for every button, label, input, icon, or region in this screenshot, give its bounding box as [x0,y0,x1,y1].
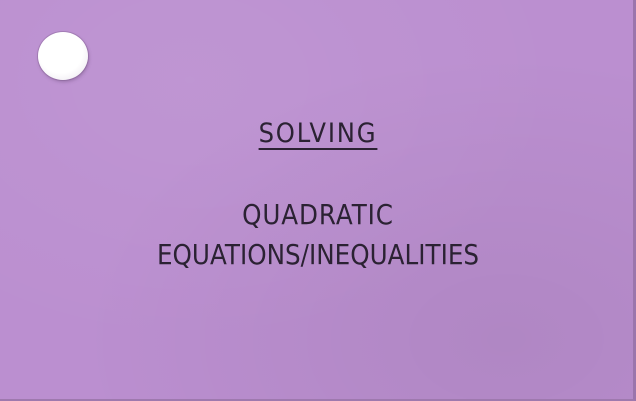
punch-hole [38,32,88,80]
card-title-line-1: QUADRATIC [242,198,394,231]
card-title-line-2: EQUATIONS/INEQUALITIES [156,238,480,271]
card-heading: SOLVING [258,118,378,149]
index-card: SOLVING QUADRATIC EQUATIONS/INEQUALITIES [0,0,636,401]
